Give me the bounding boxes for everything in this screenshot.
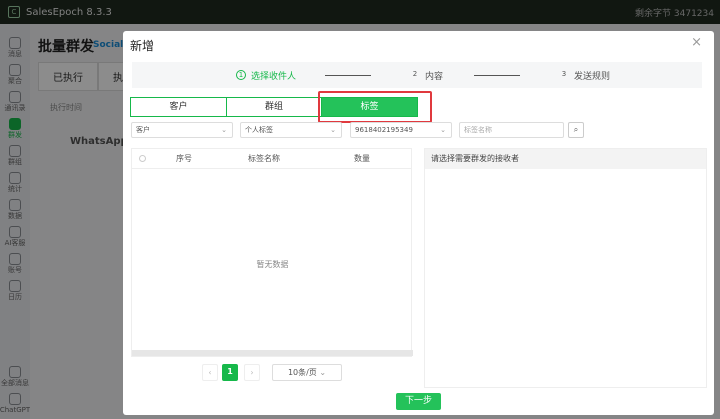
close-icon[interactable]: × [691,35,702,50]
tag-type-select[interactable]: 个人标签 ⌄ [240,122,342,138]
page-size-select[interactable]: 10条/页 ⌄ [272,364,342,381]
chevron-down-icon: ⌄ [319,368,327,377]
select-all-checkbox[interactable] [139,155,146,162]
highlight-box [318,91,432,123]
recipients-panel: 请选择需要群发的接收者 [424,148,707,388]
customer-select[interactable]: 客户 ⌄ [131,122,233,138]
chevron-down-icon: ⌄ [221,126,227,134]
tab-group[interactable]: 群组 [226,97,322,117]
dialog-title: 新增 [130,39,155,53]
step-select-recipients: 1 选择收件人 [236,69,296,82]
step-send-rules: 3 发送规则 [561,70,611,82]
search-icon[interactable]: ⌕ [568,122,584,138]
horizontal-scrollbar[interactable] [132,350,413,356]
phone-select[interactable]: 9618402195349 ⌄ [350,122,452,138]
recipients-header: 请选择需要群发的接收者 [425,149,706,169]
table-header: 序号 标签名称 数量 [132,149,411,169]
tab-customer[interactable]: 客户 [130,97,227,117]
tag-name-input[interactable]: 标签名称 [459,122,564,138]
empty-state: 暂无数据 [256,260,289,269]
page-1-button[interactable]: 1 [222,364,238,381]
step-content: 2 内容 [412,70,444,82]
step-divider [474,74,520,76]
steps-bar: 1 选择收件人 2 内容 3 发送规则 [132,62,702,88]
col-count: 数量 [354,154,370,163]
tag-table: 序号 标签名称 数量 暂无数据 [131,148,413,357]
next-step-button[interactable]: 下一步 [396,393,441,410]
prev-page-button[interactable]: ‹ [202,364,218,381]
chevron-down-icon: ⌄ [440,126,446,134]
col-index: 序号 [176,154,192,163]
step-divider [325,74,371,76]
col-tag-name: 标签名称 [248,154,280,163]
new-broadcast-dialog: 新增 × 1 选择收件人 2 内容 3 发送规则 客户 群组 标签 客户 ⌄ 个人标签 ⌄… [123,31,714,415]
next-page-button[interactable]: › [244,364,260,381]
chevron-down-icon: ⌄ [330,126,336,134]
